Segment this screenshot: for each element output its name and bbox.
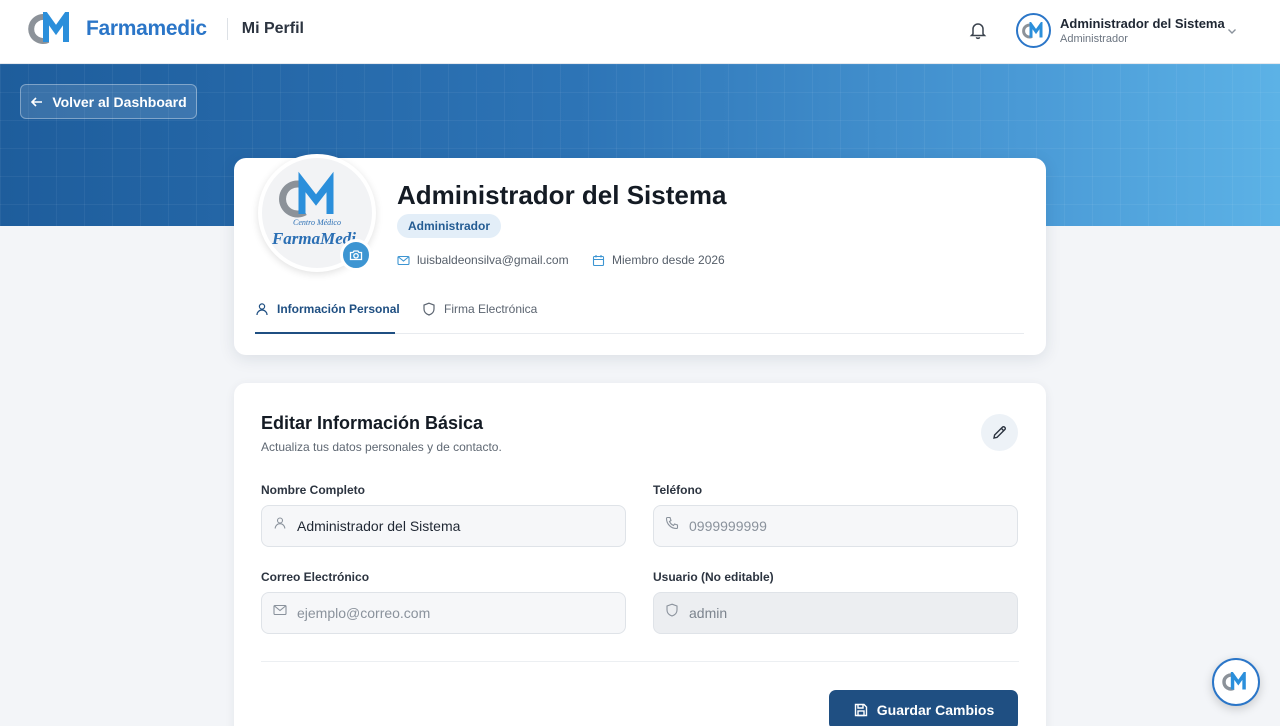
change-photo-button[interactable] (340, 239, 372, 271)
save-changes-label: Guardar Cambios (876, 702, 995, 718)
profile-email-text: luisbaldeonsilva@gmail.com (417, 253, 569, 267)
profile-email: luisbaldeonsilva@gmail.com (397, 253, 569, 267)
tab-personal-info-label: Información Personal (277, 302, 400, 316)
brand-name: Farmamedic (86, 17, 207, 40)
brand[interactable]: Farmamedic Mi Perfil (26, 12, 304, 46)
phone-field-wrapper (653, 505, 1018, 547)
email-field-wrapper (261, 592, 626, 634)
calendar-icon (592, 254, 605, 266)
form-title: Editar Información Básica (261, 413, 484, 433)
tab-electronic-signature[interactable]: Firma Electrónica (422, 302, 537, 316)
tab-electronic-signature-label: Firma Electrónica (444, 302, 538, 316)
chevron-down-icon[interactable] (1226, 25, 1238, 37)
save-icon (854, 703, 867, 717)
floating-assistant-button[interactable] (1212, 658, 1260, 706)
profile-card: Centro Médico FarmaMedi Administrador de… (234, 154, 1046, 355)
back-button-label: Volver al Dashboard (52, 93, 187, 110)
phone-input[interactable] (689, 518, 999, 534)
full-name-field-wrapper (261, 505, 626, 547)
avatar (1016, 13, 1051, 48)
member-since-text: Miembro desde 2026 (612, 253, 725, 267)
member-since: Miembro desde 2026 (592, 253, 725, 267)
tab-personal-info[interactable]: Información Personal (255, 302, 400, 316)
user-icon (274, 517, 286, 529)
username-label: Usuario (No editable) (653, 570, 774, 584)
user-icon (256, 303, 268, 316)
phone-label: Teléfono (653, 483, 703, 497)
notifications-bell-icon[interactable] (968, 20, 988, 40)
back-to-dashboard-button[interactable]: Volver al Dashboard (20, 84, 197, 119)
edit-info-card: Editar Información Básica Actualiza tus … (234, 383, 1046, 726)
avatar-logo-icon (1021, 21, 1042, 38)
phone-icon (665, 516, 679, 530)
page-section-title: Mi Perfil (241, 20, 304, 37)
full-name-label: Nombre Completo (261, 483, 366, 497)
full-name-input[interactable] (297, 518, 607, 534)
user-menu[interactable]: Administrador del Sistema Administrador (1016, 13, 1236, 48)
shield-icon (423, 302, 435, 316)
mail-icon (397, 255, 410, 265)
username-input (689, 605, 999, 621)
edit-button[interactable] (981, 414, 1018, 451)
mail-icon (273, 604, 287, 616)
user-role: Administrador (1060, 33, 1128, 45)
profile-tabs: Información Personal Firma Electrónica (255, 292, 1024, 334)
form-divider (261, 661, 1019, 662)
floating-logo-icon (1222, 672, 1246, 691)
active-tab-indicator (255, 332, 395, 334)
pencil-icon (993, 425, 1007, 439)
username-field-wrapper (653, 592, 1018, 634)
svg-text:Centro Médico: Centro Médico (293, 218, 341, 227)
shield-icon (666, 603, 678, 617)
role-badge: Administrador (397, 214, 502, 238)
camera-icon (349, 250, 363, 261)
arrow-left-icon (31, 96, 43, 107)
user-name: Administrador del Sistema (1060, 16, 1225, 31)
save-changes-button[interactable]: Guardar Cambios (829, 690, 1018, 726)
top-bar: Farmamedic Mi Perfil Administrador del S… (0, 0, 1280, 64)
brand-separator (226, 18, 228, 40)
email-input[interactable] (297, 605, 607, 621)
form-subtitle: Actualiza tus datos personales y de cont… (261, 440, 502, 454)
email-label: Correo Electrónico (261, 570, 370, 584)
profile-name: Administrador del Sistema (397, 180, 727, 210)
farmamedic-logo (28, 12, 69, 44)
